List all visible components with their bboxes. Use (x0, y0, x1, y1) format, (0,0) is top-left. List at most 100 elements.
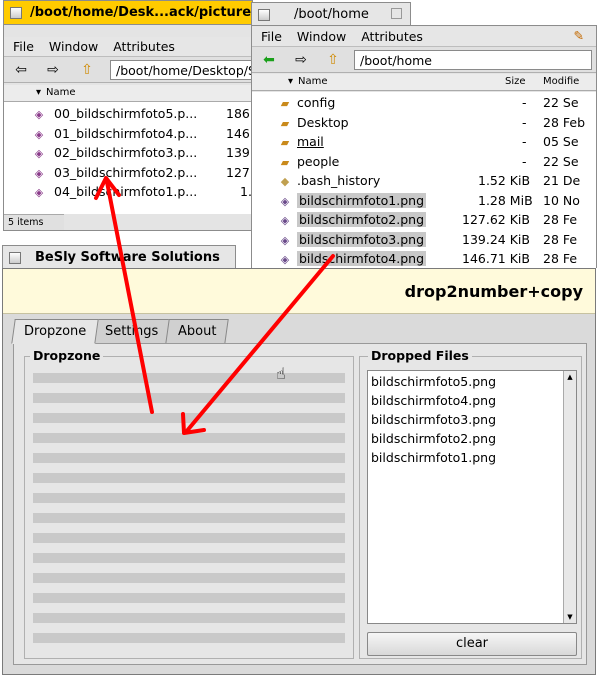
clear-button[interactable]: clear (367, 632, 577, 656)
dropzone-stripe (33, 453, 345, 463)
image-file-icon: ◈ (34, 166, 44, 180)
list-item[interactable]: ◈ 03_bildschirmfoto2.p... 127 (4, 164, 252, 184)
file-modified: 22 Se (543, 95, 579, 110)
forward-arrow-icon[interactable]: ⇨ (42, 61, 64, 79)
list-item[interactable]: bildschirmfoto2.png (371, 431, 496, 446)
file-size: - (522, 153, 527, 169)
file-modified: 28 Feb (543, 114, 586, 130)
file-name: mail (297, 134, 324, 149)
list-item[interactable]: ◈ bildschirmfoto4.png 146.71 KiB 28 Fe (252, 250, 596, 269)
dropzone-stripe (33, 633, 345, 643)
pointer-hand-icon: ☝ (276, 364, 286, 383)
list-item[interactable]: ◈ 02_bildschirmfoto3.p... 139 (4, 144, 252, 164)
back-arrow-icon[interactable]: ⇦ (10, 61, 32, 79)
menu-window[interactable]: Window (297, 29, 346, 44)
list-item[interactable]: bildschirmfoto3.png (371, 412, 496, 427)
image-file-icon: ◈ (280, 253, 290, 266)
list-item[interactable]: bildschirmfoto5.png (371, 374, 496, 389)
dropzone-stripe (33, 553, 345, 563)
app-window-tab[interactable]: BeSly Software Solutions (2, 245, 236, 269)
close-icon[interactable] (9, 251, 21, 264)
tab-label: Settings (105, 324, 159, 339)
file-size: 139 (226, 145, 250, 160)
list-item[interactable]: ▰ mail - 05 Se (252, 133, 596, 153)
tab-about[interactable]: About (164, 319, 229, 344)
file-name: Desktop (297, 114, 349, 130)
right-window-tab[interactable]: /boot/home (251, 2, 411, 26)
column-name[interactable]: Name (46, 87, 76, 98)
close-icon[interactable] (10, 6, 22, 19)
list-item[interactable]: bildschirmfoto4.png (371, 393, 496, 408)
app-banner-title: drop2number+copy (404, 282, 583, 301)
file-modified: 22 Se (543, 153, 579, 169)
list-item[interactable]: ◈ 00_bildschirmfoto5.p... 186 (4, 105, 252, 125)
left-window-tab[interactable]: /boot/home/Desk...ack/picture (3, 0, 253, 24)
path-field[interactable]: /boot/home/Desktop/S (110, 60, 254, 80)
zoom-icon[interactable] (391, 8, 402, 19)
list-item[interactable]: ▰ config - 22 Se (252, 94, 596, 114)
menu-file[interactable]: File (13, 39, 34, 54)
list-item[interactable]: ◈ 01_bildschirmfoto4.p... 146 (4, 125, 252, 145)
right-file-list: ▰ config - 22 Se ▰ Desktop - 28 Feb ▰ ma… (252, 92, 596, 269)
file-name: 03_bildschirmfoto2.p... (54, 164, 198, 180)
file-name: .bash_history (297, 173, 381, 188)
menu-attributes[interactable]: Attributes (113, 39, 175, 54)
column-header: ▾ Name Size Modifie (252, 74, 596, 91)
dropzone-area[interactable] (24, 356, 354, 659)
back-arrow-icon[interactable]: ⬅ (258, 51, 280, 69)
list-item[interactable]: ◈ bildschirmfoto3.png 139.24 KiB 28 Fe (252, 231, 596, 251)
column-modified[interactable]: Modifie (543, 76, 579, 87)
list-item[interactable]: ◆ .bash_history 1.52 KiB 21 De (252, 172, 596, 192)
tab-settings[interactable]: Settings (92, 319, 172, 344)
image-file-icon: ◈ (34, 108, 44, 121)
image-file-icon: ◈ (34, 147, 44, 160)
file-name: 00_bildschirmfoto5.p... (54, 106, 198, 121)
folder-icon: ▰ (280, 155, 290, 169)
column-size[interactable]: Size (505, 76, 526, 87)
list-item[interactable]: ◈ 04_bildschirmfoto1.p... 1. (4, 183, 252, 203)
list-item[interactable]: ◈ bildschirmfoto2.png 127.62 KiB 28 Fe (252, 211, 596, 231)
file-name: config (297, 95, 336, 110)
vertical-scrollbar[interactable]: ▲ ▼ (563, 371, 576, 623)
scroll-down-icon[interactable]: ▼ (565, 612, 575, 622)
folder-icon: ▰ (280, 116, 290, 130)
tab-dropzone[interactable]: Dropzone (11, 319, 100, 344)
column-name[interactable]: Name (298, 76, 328, 87)
up-arrow-icon[interactable]: ⇧ (322, 51, 344, 69)
dropzone-stripe (33, 373, 345, 383)
dropped-files-label: Dropped Files (368, 348, 472, 363)
tracker-icon[interactable]: ✎ (574, 28, 584, 43)
status-count: 5 items (4, 214, 64, 230)
file-modified: 28 Fe (543, 212, 578, 227)
left-window-title: /boot/home/Desk...ack/picture (30, 5, 252, 20)
list-item[interactable]: ◈ bildschirmfoto1.png 1.28 MiB 10 No (252, 192, 596, 212)
file-size: - (522, 114, 527, 130)
menu-attributes[interactable]: Attributes (361, 29, 423, 44)
tab-panel: Dropzone bildschirmfoto5.png bildschirmf… (13, 343, 587, 665)
close-icon[interactable] (258, 8, 270, 21)
list-item[interactable]: bildschirmfoto1.png (371, 450, 496, 465)
file-size: 139.24 KiB (462, 231, 530, 247)
file-modified: 10 No (543, 192, 580, 208)
file-size: 146 (226, 125, 250, 141)
dropped-files-list[interactable]: bildschirmfoto5.png bildschirmfoto4.png … (367, 370, 577, 624)
list-item[interactable]: ▰ people - 22 Se (252, 153, 596, 173)
menu-window[interactable]: Window (49, 39, 98, 54)
dropzone-label: Dropzone (30, 348, 104, 363)
file-name: bildschirmfoto4.png (297, 251, 427, 266)
file-size: 127.62 KiB (462, 212, 530, 227)
list-item[interactable]: ▰ Desktop - 28 Feb (252, 114, 596, 134)
left-file-list: ◈ 00_bildschirmfoto5.p... 186 ◈ 01_bilds… (4, 102, 252, 214)
dropzone-stripe (33, 513, 345, 523)
file-name: 01_bildschirmfoto4.p... (54, 125, 198, 141)
left-navbar: ⇦ ⇨ ⇧ /boot/home/Desktop/S (4, 57, 254, 83)
image-file-icon: ◈ (34, 186, 44, 199)
file-name: 02_bildschirmfoto3.p... (54, 145, 198, 160)
forward-arrow-icon[interactable]: ⇨ (290, 51, 312, 69)
sort-indicator-icon: ▾ (36, 87, 42, 98)
scroll-up-icon[interactable]: ▲ (565, 372, 575, 382)
up-arrow-icon[interactable]: ⇧ (76, 61, 98, 79)
left-tracker-window: File Window Attributes ⇦ ⇨ ⇧ /boot/home/… (3, 24, 254, 231)
menu-file[interactable]: File (261, 29, 282, 44)
path-field[interactable]: /boot/home (354, 50, 592, 70)
